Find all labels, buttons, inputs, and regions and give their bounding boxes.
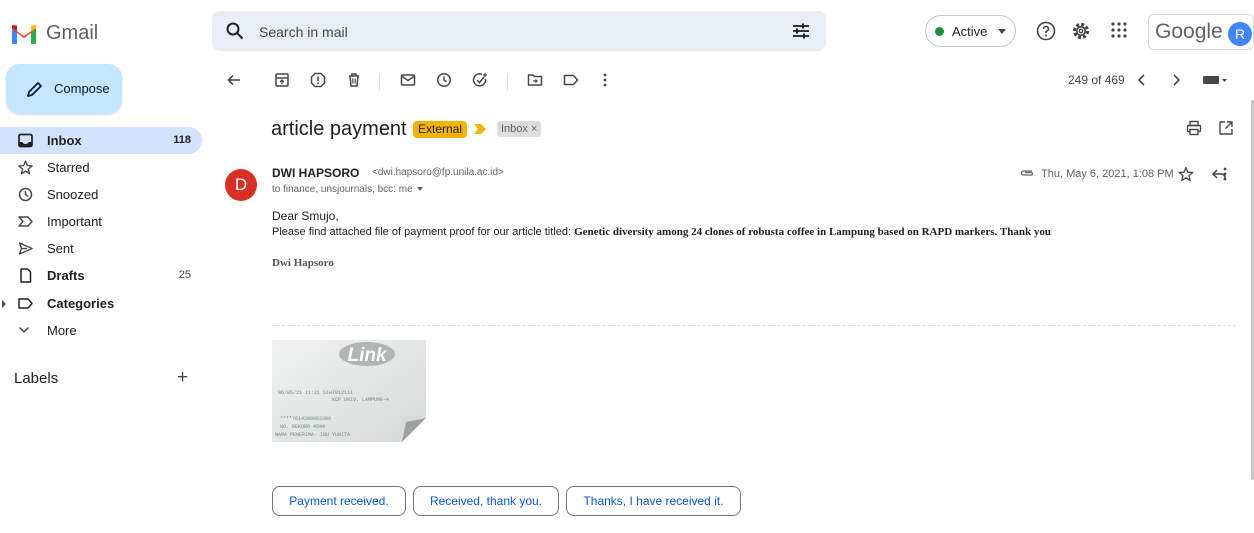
smart-reply-button[interactable]: Thanks, I have received it. bbox=[566, 486, 741, 516]
add-label-button[interactable]: + bbox=[177, 368, 188, 387]
sidebar-item-inbox[interactable]: Inbox 118 bbox=[0, 127, 202, 154]
more-vert-icon[interactable] bbox=[597, 72, 613, 88]
draft-count: 25 bbox=[178, 269, 191, 281]
sidebar-item-label: Snoozed bbox=[47, 187, 99, 202]
receipt-logo-text: Link bbox=[347, 345, 387, 366]
gmail-m-icon bbox=[12, 24, 36, 44]
pencil-icon bbox=[27, 82, 42, 97]
compose-button[interactable]: Compose bbox=[6, 64, 122, 114]
labels-heading: Labels bbox=[14, 370, 59, 387]
email-body: Please find attached file of payment pro… bbox=[272, 226, 1051, 238]
smart-reply-button[interactable]: Received, thank you. bbox=[413, 486, 559, 516]
important-icon bbox=[18, 216, 33, 227]
article-title: Genetic diversity among 24 clones of rob… bbox=[574, 226, 1051, 238]
email-subject: article payment bbox=[271, 118, 407, 140]
mark-unread-icon[interactable] bbox=[400, 72, 416, 88]
send-icon bbox=[18, 242, 33, 255]
delete-icon[interactable] bbox=[346, 72, 362, 88]
receipt-line: 06/05/21 11:21 S1H7012111 bbox=[278, 390, 353, 396]
inbox-label-chip[interactable]: Inbox × bbox=[497, 121, 542, 137]
email-greeting: Dear Smujo, bbox=[272, 209, 339, 223]
email-date: Thu, May 6, 2021, 1:08 PM bbox=[1041, 168, 1174, 180]
sidebar-item-label: Categories bbox=[47, 296, 115, 311]
status-dot-icon bbox=[935, 27, 944, 36]
caret-down-icon bbox=[998, 29, 1006, 34]
chevron-right-icon[interactable] bbox=[1170, 72, 1182, 88]
move-to-icon[interactable] bbox=[527, 72, 543, 88]
inbox-icon bbox=[18, 133, 33, 148]
sender-email: <dwi.hapsoro@fp.unila.ac.id> bbox=[372, 167, 504, 178]
print-icon[interactable] bbox=[1186, 120, 1202, 136]
sidebar-item-drafts[interactable]: Drafts 25 bbox=[0, 262, 202, 289]
archive-icon[interactable] bbox=[274, 72, 290, 88]
unread-count: 118 bbox=[173, 134, 191, 146]
label-tag-icon[interactable] bbox=[563, 72, 579, 88]
recipients-text: to finance, unsjournals, bcc: me bbox=[272, 184, 413, 195]
settings-gear-icon[interactable] bbox=[1071, 21, 1091, 41]
search-options-icon[interactable] bbox=[792, 22, 810, 40]
email-signature: Dwi Hapsoro bbox=[272, 257, 334, 269]
more-vert-icon[interactable] bbox=[1217, 166, 1233, 182]
gmail-logo[interactable]: Gmail bbox=[10, 20, 98, 46]
back-arrow-icon[interactable] bbox=[226, 72, 242, 88]
recipients-line[interactable]: to finance, unsjournals, bcc: me bbox=[272, 184, 423, 195]
open-new-window-icon[interactable] bbox=[1218, 120, 1234, 136]
sidebar-item-categories[interactable]: Categories bbox=[0, 290, 202, 317]
sidebar-item-label: Drafts bbox=[47, 268, 85, 283]
sidebar-item-more[interactable]: More bbox=[0, 317, 202, 344]
status-selector[interactable]: Active bbox=[925, 15, 1016, 47]
external-badge: External bbox=[413, 121, 468, 138]
report-spam-icon[interactable] bbox=[310, 72, 326, 88]
help-icon[interactable] bbox=[1036, 21, 1056, 41]
label-icon bbox=[18, 298, 33, 309]
sidebar-item-label: Inbox bbox=[47, 133, 82, 148]
sidebar-item-sent[interactable]: Sent bbox=[0, 235, 202, 262]
account-avatar[interactable]: R bbox=[1228, 22, 1252, 46]
search-icon[interactable] bbox=[226, 22, 244, 40]
sender-name[interactable]: DWI HAPSORO bbox=[272, 166, 359, 180]
chevron-left-icon[interactable] bbox=[1136, 72, 1148, 88]
star-icon[interactable] bbox=[1178, 166, 1194, 182]
status-label: Active bbox=[952, 24, 988, 39]
toolbar-divider bbox=[507, 74, 508, 90]
attachment-divider bbox=[272, 325, 1236, 326]
search-bar[interactable]: Search in mail bbox=[212, 11, 826, 51]
caret-down-icon[interactable] bbox=[416, 187, 423, 192]
search-input[interactable]: Search in mail bbox=[259, 24, 348, 40]
snooze-clock-icon[interactable] bbox=[436, 72, 452, 88]
receipt-line: KCP UNIV. LAMPUNG-4 bbox=[332, 397, 389, 403]
apps-grid-icon[interactable] bbox=[1110, 21, 1128, 39]
chevron-down-icon bbox=[18, 326, 30, 334]
email-body-intro: Please find attached file of payment pro… bbox=[272, 226, 575, 238]
compose-label: Compose bbox=[54, 81, 110, 96]
clock-icon bbox=[18, 187, 33, 202]
sidebar-item-label: Starred bbox=[47, 160, 90, 175]
expand-arrow-icon[interactable] bbox=[2, 300, 6, 308]
sidebar-item-label: More bbox=[47, 323, 77, 338]
sidebar-item-label: Important bbox=[47, 214, 102, 229]
receipt-line: NAMA PENERIMA: IBU YUNITA bbox=[275, 432, 350, 438]
sidebar-item-snoozed[interactable]: Snoozed bbox=[0, 181, 202, 208]
receipt-line: ****7614200003399 bbox=[280, 416, 331, 422]
attachment-icon bbox=[1020, 170, 1034, 176]
draft-icon bbox=[20, 268, 32, 283]
receipt-image: Link 06/05/21 11:21 S1H7012111 KCP UNIV.… bbox=[272, 340, 426, 442]
toolbar-divider bbox=[379, 74, 380, 90]
sender-avatar[interactable]: D bbox=[225, 169, 257, 201]
gmail-wordmark: Gmail bbox=[46, 21, 99, 44]
add-task-icon[interactable] bbox=[472, 72, 488, 88]
attachment-thumbnail[interactable]: Link 06/05/21 11:21 S1H7012111 KCP UNIV.… bbox=[272, 340, 426, 442]
google-wordmark: Google bbox=[1155, 20, 1223, 43]
sidebar-item-starred[interactable]: Starred bbox=[0, 154, 202, 181]
sidebar-item-label: Sent bbox=[47, 241, 74, 256]
sidebar-item-important[interactable]: Important bbox=[0, 208, 202, 235]
important-marker-icon[interactable] bbox=[474, 124, 486, 134]
smart-reply-button[interactable]: Payment received. bbox=[272, 486, 406, 516]
pagination-count: 249 of 469 bbox=[1068, 73, 1125, 87]
receipt-line: NO. REKORD 4544 bbox=[280, 424, 325, 430]
keyboard-icon[interactable] bbox=[1202, 72, 1228, 88]
star-icon bbox=[18, 160, 33, 175]
